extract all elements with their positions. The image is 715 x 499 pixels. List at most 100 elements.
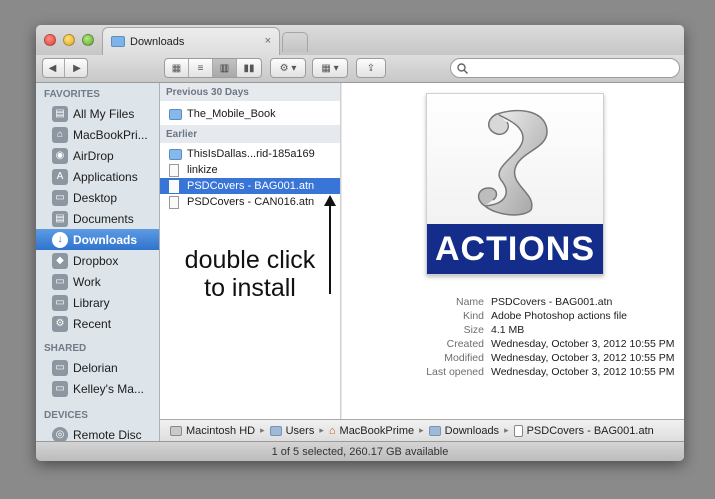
install-instruction: double click to install	[175, 246, 325, 302]
status-text: 1 of 5 selected, 260.17 GB available	[271, 445, 449, 458]
hard-drive-icon	[170, 425, 182, 436]
actions-file-icon	[169, 179, 179, 193]
share-icon: ⇪	[366, 62, 376, 74]
action-menu-button[interactable]: ⚙ ▾	[270, 58, 306, 78]
tab-downloads[interactable]: Downloads ×	[102, 27, 280, 55]
window-controls	[44, 34, 94, 46]
close-window-button[interactable]	[44, 34, 56, 46]
sidebar-item-label: Desktop	[73, 190, 118, 205]
sidebar-item-label: Library	[73, 295, 110, 310]
sidebar-item-desktop[interactable]: ▭ Desktop	[36, 187, 159, 208]
finder-window: Downloads × ◀ ▶ ▦ ≡ ▥ ▮▮ ⚙ ▾ ▦ ▾ ⇪ FAVOR…	[36, 25, 684, 461]
computer-icon: ▭	[52, 359, 68, 376]
path-crumb-home[interactable]: ▸ ⌂ MacBookPrime	[314, 425, 414, 437]
forward-button[interactable]: ▶	[65, 59, 89, 77]
sidebar-item-label: Delorian	[73, 360, 118, 375]
sidebar-item-kelleys-mac[interactable]: ▭ Kelley's Ma...	[36, 378, 159, 399]
back-forward-control: ◀ ▶	[42, 58, 88, 78]
document-icon	[169, 163, 179, 177]
share-button[interactable]: ⇪	[356, 58, 386, 78]
crumb-label: PSDCovers - BAG001.atn	[526, 424, 654, 437]
folder-icon	[428, 425, 441, 436]
info-value: Wednesday, October 3, 2012 10:55 PM	[491, 366, 675, 378]
info-key: Last opened	[426, 366, 484, 378]
file-info: Name PSDCovers - BAG001.atn Kind Adobe P…	[402, 295, 674, 379]
sidebar-item-all-my-files[interactable]: ▤ All My Files	[36, 103, 159, 124]
close-tab-icon[interactable]: ×	[265, 35, 271, 47]
folder-icon	[169, 148, 182, 160]
sidebar-item-label: MacBookPri...	[73, 127, 148, 142]
path-crumb-users[interactable]: ▸ Users	[255, 425, 314, 437]
sidebar-item-airdrop[interactable]: ◉ AirDrop	[36, 145, 159, 166]
chevron-right-icon: ▸	[319, 425, 324, 435]
chevron-right-icon: ▸	[504, 425, 509, 435]
shared-header: SHARED	[44, 343, 87, 354]
folder-icon	[111, 36, 125, 47]
arrow-up-icon	[324, 195, 336, 294]
path-crumb-downloads[interactable]: ▸ Downloads	[414, 425, 499, 437]
back-button[interactable]: ◀	[41, 59, 65, 77]
sidebar: FAVORITES ▤ All My Files ⌂ MacBookPri...…	[36, 83, 160, 443]
airdrop-icon: ◉	[52, 147, 68, 164]
desktop-icon: ▭	[52, 189, 68, 206]
info-key: Created	[446, 338, 484, 350]
sidebar-item-library[interactable]: ▭ Library	[36, 292, 159, 313]
search-icon	[457, 62, 468, 74]
path-crumb-macintosh-hd[interactable]: Macintosh HD	[170, 425, 255, 437]
preview-pane: ACTIONS Name PSDCovers - BAG001.atn Kind…	[342, 83, 684, 419]
info-row-created: Created Wednesday, October 3, 2012 10:55…	[402, 337, 675, 351]
cover-flow-button[interactable]: ▮▮	[237, 59, 261, 77]
info-key: Size	[463, 324, 484, 336]
info-key: Kind	[462, 310, 484, 322]
list-item[interactable]: linkize	[160, 162, 340, 178]
sidebar-item-delorian[interactable]: ▭ Delorian	[36, 357, 159, 378]
list-view-button[interactable]: ≡	[189, 59, 213, 77]
sidebar-item-downloads[interactable]: ↓ Downloads	[36, 229, 159, 250]
gear-icon: ⚙ ▾	[279, 62, 297, 74]
title-bar[interactable]: Downloads ×	[36, 25, 684, 55]
chevron-right-icon: ▸	[260, 425, 265, 435]
arrange-menu-button[interactable]: ▦ ▾	[312, 58, 348, 78]
file-name: ThisIsDallas...rid-185a169	[187, 148, 315, 160]
folder-icon: ▭	[52, 294, 68, 311]
info-value: 4.1 MB	[491, 324, 525, 336]
applications-icon: A	[52, 168, 68, 185]
search-input[interactable]	[472, 62, 672, 74]
file-name: linkize	[187, 164, 218, 176]
new-tab-button[interactable]	[282, 32, 308, 52]
documents-icon: ▤	[52, 210, 68, 227]
folder-icon: ▭	[52, 273, 68, 290]
downloads-icon: ↓	[52, 231, 68, 248]
home-icon: ⌂	[328, 424, 336, 437]
sidebar-item-recent[interactable]: ⚙ Recent	[36, 313, 159, 334]
sidebar-item-documents[interactable]: ▤ Documents	[36, 208, 159, 229]
minimize-window-button[interactable]	[63, 34, 75, 46]
list-item[interactable]: The_Mobile_Book	[160, 106, 340, 122]
arrange-icon: ▦ ▾	[321, 62, 339, 74]
info-value: Adobe Photoshop actions file	[491, 310, 628, 322]
instruction-line-1: double click	[184, 246, 316, 274]
list-item[interactable]: PSDCovers - CAN016.atn	[160, 194, 340, 210]
section-header-earlier: Earlier	[160, 125, 340, 143]
path-crumb-file[interactable]: ▸ PSDCovers - BAG001.atn	[499, 424, 654, 437]
sidebar-item-label: Documents	[73, 211, 134, 226]
column-view-button[interactable]: ▥	[213, 59, 237, 77]
actions-file-preview-icon: ACTIONS	[426, 93, 604, 275]
zoom-window-button[interactable]	[82, 34, 94, 46]
search-field[interactable]	[450, 58, 680, 78]
sidebar-item-label: Applications	[73, 169, 138, 184]
info-row-modified: Modified Wednesday, October 3, 2012 10:5…	[402, 351, 674, 365]
list-item[interactable]: ThisIsDallas...rid-185a169	[160, 146, 340, 162]
icon-view-button[interactable]: ▦	[165, 59, 189, 77]
info-key: Name	[455, 296, 484, 308]
sidebar-item-work[interactable]: ▭ Work	[36, 271, 159, 292]
info-value: PSDCovers - BAG001.atn	[491, 296, 613, 308]
favorites-header: FAVORITES	[44, 89, 100, 100]
sidebar-item-dropbox[interactable]: ◆ Dropbox	[36, 250, 159, 271]
sidebar-item-applications[interactable]: A Applications	[36, 166, 159, 187]
actions-file-icon	[169, 195, 179, 209]
sidebar-item-home[interactable]: ⌂ MacBookPri...	[36, 124, 159, 145]
dropbox-icon: ◆	[52, 252, 68, 269]
list-item-selected[interactable]: PSDCovers - BAG001.atn	[160, 178, 340, 194]
crumb-label: MacBookPrime	[339, 424, 415, 437]
